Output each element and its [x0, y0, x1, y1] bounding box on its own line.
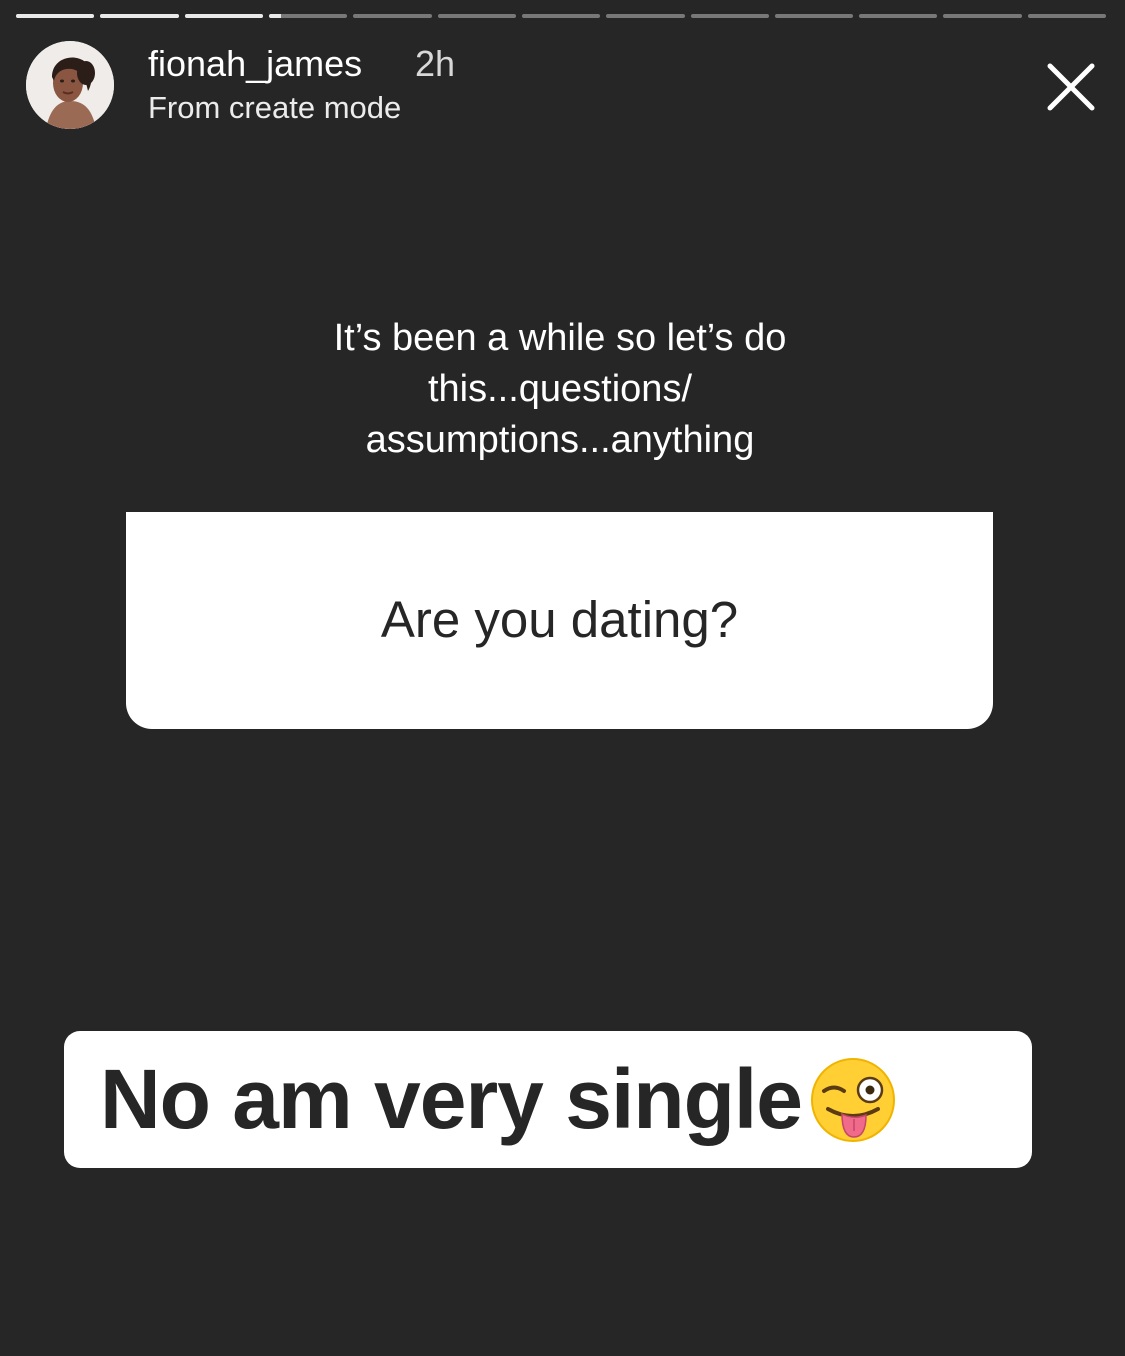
- question-card: Are you dating?: [126, 512, 993, 729]
- close-icon: [1047, 63, 1095, 111]
- progress-segment: [100, 14, 179, 18]
- avatar[interactable]: [26, 41, 114, 129]
- prompt-line: It’s been a while so let’s do: [333, 317, 787, 359]
- progress-segment: [437, 14, 516, 18]
- progress-segment-fill: [268, 14, 281, 18]
- story-source-label: From create mode: [148, 90, 402, 125]
- progress-segment: [943, 14, 1022, 18]
- progress-segment: [1027, 14, 1107, 18]
- progress-segment: [16, 14, 95, 18]
- progress-segment: [859, 14, 938, 18]
- progress-segment: [184, 14, 263, 18]
- prompt-line: assumptions...anything: [365, 419, 755, 461]
- question-prompt: It’s been a while so let’s do this...que…: [240, 313, 880, 466]
- progress-segment-fill: [100, 14, 179, 18]
- username[interactable]: fionah_james: [148, 42, 362, 86]
- story-progress-bar: [16, 14, 1107, 19]
- progress-segment: [268, 14, 348, 18]
- close-button[interactable]: [1040, 56, 1102, 118]
- progress-segment: [521, 14, 601, 18]
- answer-sticker: No am very single: [64, 1031, 1032, 1168]
- answer-text: No am very single: [100, 1052, 803, 1146]
- progress-segment: [774, 14, 854, 18]
- post-time: 2h: [415, 43, 456, 84]
- profile-photo: [26, 41, 114, 129]
- progress-segment: [606, 14, 685, 18]
- progress-segment: [690, 14, 769, 18]
- progress-segment-fill: [16, 14, 95, 18]
- question-text: Are you dating?: [380, 591, 739, 648]
- prompt-line: this...questions/: [427, 368, 693, 410]
- progress-segment: [353, 14, 432, 18]
- progress-segment-fill: [184, 14, 263, 18]
- winking-face-with-tongue-icon: [810, 1057, 896, 1143]
